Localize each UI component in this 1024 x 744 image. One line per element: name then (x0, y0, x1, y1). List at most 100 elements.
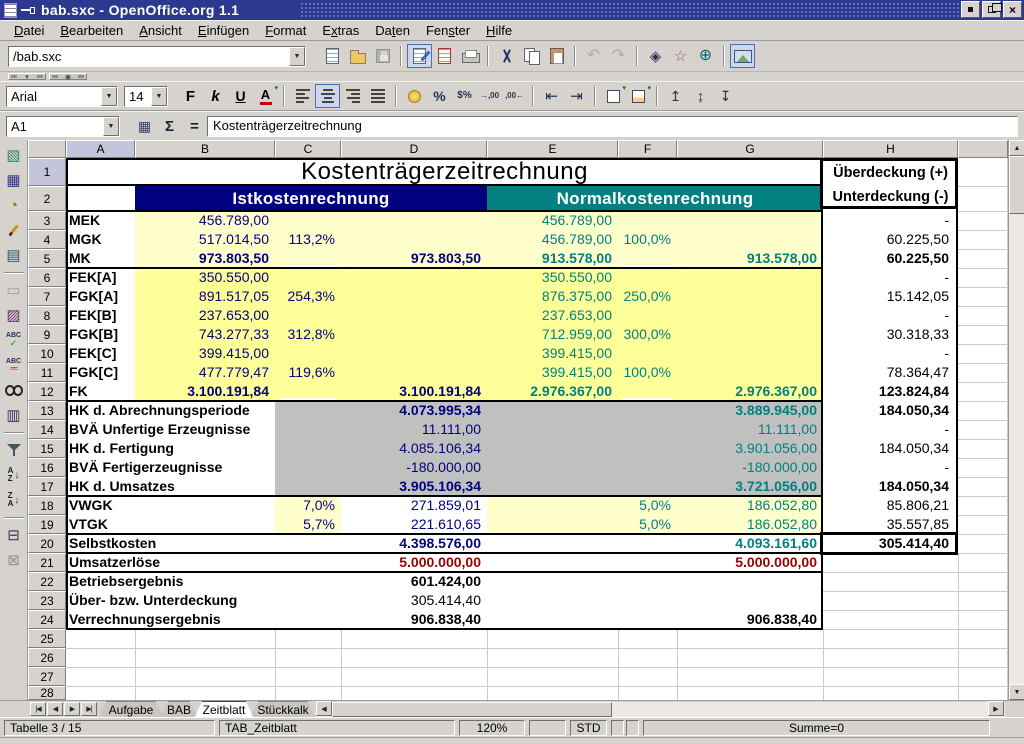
autoformat-icon[interactable]: ▨ (2, 303, 26, 327)
cell-A9[interactable]: FGK[B] (66, 325, 118, 344)
cell-D17[interactable]: 3.905.106,34 (341, 477, 487, 496)
cell-E7[interactable]: 876.375,00 (487, 287, 618, 306)
cell-H20[interactable]: 305.414,40 (823, 534, 958, 553)
row-header-23[interactable]: 23 (28, 591, 66, 610)
font-name-value[interactable]: Arial (7, 89, 101, 104)
cell-D24[interactable]: 906.838,40 (341, 610, 487, 629)
currency-icon[interactable] (402, 84, 427, 108)
row-header-8[interactable]: 8 (28, 306, 66, 325)
cell-A19[interactable]: VTGK (66, 515, 108, 534)
cell-B6[interactable]: 350.550,00 (135, 268, 275, 287)
standard-format-icon[interactable]: $% (452, 84, 477, 108)
add-decimal-icon[interactable]: →,00 (477, 84, 502, 108)
col-header-B[interactable]: B (135, 140, 275, 158)
row-header-28[interactable]: 28 (28, 686, 66, 700)
cell-B10[interactable]: 399.415,00 (135, 344, 275, 363)
navigator-icon[interactable]: ◈ (643, 44, 668, 68)
cell-G24[interactable]: 906.838,40 (677, 610, 823, 629)
row-header-24[interactable]: 24 (28, 610, 66, 629)
status-empty-field-1[interactable] (529, 720, 566, 736)
col-header-blank[interactable] (958, 140, 1008, 158)
cell-A17[interactable]: HK d. Umsatzes (66, 477, 175, 496)
cell-H10[interactable]: - (823, 344, 958, 363)
url-dropdown-icon[interactable]: ▼ (289, 47, 305, 66)
cell-A22[interactable]: Betriebsergebnis (66, 572, 183, 591)
cell-A21[interactable]: Umsatzerlöse (66, 553, 160, 572)
cell-E9[interactable]: 712.959,00 (487, 325, 618, 344)
row-header-4[interactable]: 4 (28, 230, 66, 249)
row-header-7[interactable]: 7 (28, 287, 66, 306)
row-header-5[interactable]: 5 (28, 249, 66, 268)
cell-G21[interactable]: 5.000.000,00 (677, 553, 823, 572)
row-header-15[interactable]: 15 (28, 439, 66, 458)
cell-F19[interactable]: 5,0% (618, 515, 677, 534)
formula-input[interactable]: Kostenträgerzeitrechnung (207, 116, 1018, 137)
col-header-E[interactable]: E (487, 140, 618, 158)
bold-icon[interactable]: F (178, 84, 203, 108)
align-left-icon[interactable] (290, 84, 315, 108)
cell-B5[interactable]: 973.803,50 (135, 249, 275, 268)
cell-A5[interactable]: MK (66, 249, 91, 268)
row-header-6[interactable]: 6 (28, 268, 66, 287)
spellcheck-icon[interactable]: ABC✓ (2, 328, 26, 352)
cell-reference-box[interactable]: A1 ▼ (6, 116, 120, 137)
status-insert-mode[interactable]: STD (570, 720, 607, 736)
cell-D23[interactable]: 305.414,40 (341, 591, 487, 610)
status-empty-field-2[interactable] (611, 720, 624, 736)
equals-icon[interactable]: = (182, 114, 207, 138)
cell-G18[interactable]: 186.052,80 (677, 496, 823, 515)
cell-H13[interactable]: 184.050,34 (823, 401, 958, 420)
cell-C4[interactable]: 113,2% (275, 230, 341, 249)
row-header-21[interactable]: 21 (28, 553, 66, 572)
cell-A6[interactable]: FEK[A] (66, 268, 116, 287)
cell-A4[interactable]: MGK (66, 230, 102, 249)
close-button[interactable]: × (1003, 1, 1022, 18)
cell-A24[interactable]: Verrechnungsergebnis (66, 610, 221, 629)
cell-H6[interactable]: - (823, 268, 958, 287)
row-header-26[interactable]: 26 (28, 648, 66, 667)
cell-A15[interactable]: HK d. Fertigung (66, 439, 174, 458)
print-icon[interactable] (457, 44, 482, 68)
align-center-vertical-icon[interactable]: ↨ (688, 84, 713, 108)
status-zoom-level[interactable]: 120% (459, 720, 525, 736)
menu-hilfe[interactable]: Hilfe (478, 21, 520, 40)
open-icon[interactable] (345, 44, 370, 68)
cell-H8[interactable]: - (823, 306, 958, 325)
col-header-D[interactable]: D (341, 140, 487, 158)
increase-indent-icon[interactable]: ⇥ (564, 84, 589, 108)
cell-H17[interactable]: 184.050,34 (823, 477, 958, 496)
row-header-3[interactable]: 3 (28, 211, 66, 230)
redo-icon[interactable]: ↷ (606, 44, 631, 68)
cell-D15[interactable]: 4.085.106,34 (341, 439, 487, 458)
data-sources-icon[interactable]: ▥ (2, 403, 26, 427)
sheet-tab-aufgabe[interactable]: Aufgabe (99, 701, 163, 717)
menu-extras[interactable]: Extras (314, 21, 367, 40)
cell-A13[interactable]: HK d. Abrechnungsperiode (66, 401, 250, 420)
cell-B11[interactable]: 477.779,47 (135, 363, 275, 382)
align-right-icon[interactable] (340, 84, 365, 108)
paste-icon[interactable] (544, 44, 569, 68)
cell-E11[interactable]: 399.415,00 (487, 363, 618, 382)
cell-reference-dropdown-icon[interactable]: ▼ (103, 117, 119, 136)
autofilter-icon[interactable] (2, 438, 26, 462)
row-header-19[interactable]: 19 (28, 515, 66, 534)
row-header-10[interactable]: 10 (28, 344, 66, 363)
cell-H5[interactable]: 60.225,50 (823, 249, 958, 268)
row-header-12[interactable]: 12 (28, 382, 66, 401)
font-color-icon[interactable]: A▾ (253, 84, 278, 108)
cell-E8[interactable]: 237.653,00 (487, 306, 618, 325)
cell-G15[interactable]: 3.901.056,00 (677, 439, 823, 458)
hyperlink-bar-stub[interactable]: ▾ (8, 73, 46, 80)
cell-D22[interactable]: 601.424,00 (341, 572, 487, 591)
menu-datei[interactable]: Datei (6, 21, 52, 40)
row-header-25[interactable]: 25 (28, 629, 66, 648)
undo-icon[interactable]: ↶ (581, 44, 606, 68)
col-header-A[interactable]: A (66, 140, 135, 158)
select-all-corner[interactable] (28, 140, 66, 158)
status-sum-field[interactable]: Summe=0 (643, 720, 990, 736)
col-header-C[interactable]: C (275, 140, 341, 158)
menu-ansicht[interactable]: Ansicht (131, 21, 190, 40)
row-header-9[interactable]: 9 (28, 325, 66, 344)
tab-nav-previous-icon[interactable]: ◀ (47, 702, 63, 716)
cell-A18[interactable]: VWGK (66, 496, 113, 515)
